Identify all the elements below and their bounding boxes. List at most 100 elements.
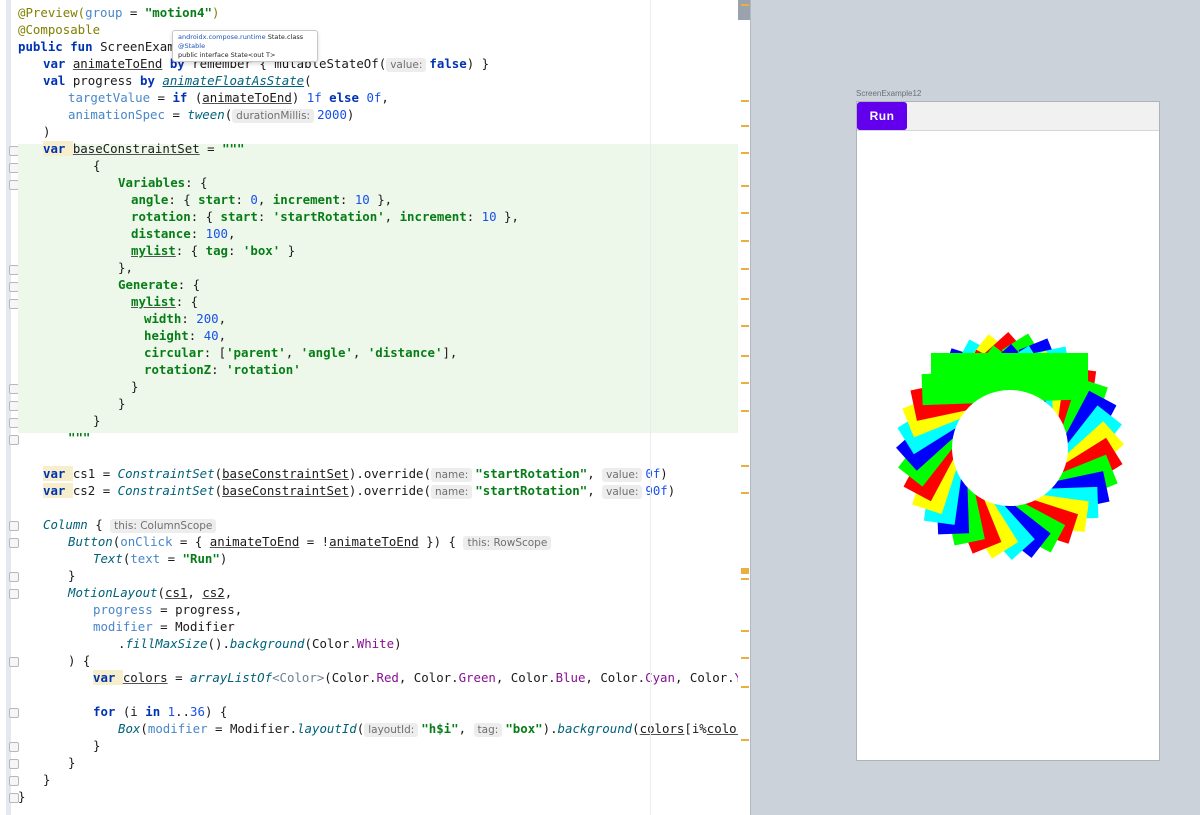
warning-stripe[interactable] — [741, 4, 749, 6]
token: 0f — [645, 466, 661, 481]
warning-stripe[interactable] — [741, 125, 749, 127]
warning-stripe[interactable] — [741, 355, 749, 357]
warning-stripe[interactable] — [741, 268, 749, 270]
code-line[interactable]: rotationZ: 'rotation' — [144, 361, 301, 378]
warning-stripe[interactable] — [741, 568, 749, 574]
code-line[interactable]: Text(text = "Run") — [93, 550, 227, 567]
warning-stripe[interactable] — [741, 240, 749, 242]
code-line[interactable]: } — [43, 771, 50, 788]
fold-icon[interactable] — [9, 657, 19, 667]
code-line[interactable]: } — [131, 378, 138, 395]
code-line[interactable]: modifier = Modifier — [93, 618, 235, 635]
code-line[interactable]: } — [118, 395, 125, 412]
inlay-hint: value: — [602, 485, 643, 499]
token: rotation — [131, 209, 191, 224]
fold-icon[interactable] — [9, 742, 19, 752]
inlay-hint: value: — [386, 58, 427, 72]
token: progress — [93, 602, 153, 617]
warning-stripe[interactable] — [741, 465, 749, 467]
fold-icon[interactable] — [9, 776, 19, 786]
warning-stripe[interactable] — [741, 578, 749, 580]
code-line[interactable]: mylist: { — [131, 293, 198, 310]
code-line[interactable]: width: 200, — [144, 310, 226, 327]
code-line[interactable]: .fillMaxSize().background(Color.White) — [118, 635, 402, 652]
token: Variables — [118, 175, 186, 190]
scroll-marker[interactable] — [738, 0, 750, 20]
fold-icon[interactable] — [9, 759, 19, 769]
code-line[interactable]: ) — [43, 123, 50, 140]
code-line[interactable]: progress = progress, — [93, 601, 242, 618]
token: progress, — [175, 602, 243, 617]
code-line[interactable]: var cs2 = ConstraintSet(baseConstraintSe… — [43, 482, 675, 499]
code-line[interactable]: var baseConstraintSet = """ — [43, 140, 244, 157]
editor-scrollbar[interactable] — [738, 0, 750, 815]
tooltip-annotation[interactable]: @Stable — [178, 42, 312, 51]
code-line[interactable]: { — [93, 157, 100, 174]
code-line[interactable]: mylist: { tag: 'box' } — [131, 242, 295, 259]
token: ( — [632, 721, 640, 736]
code-line[interactable]: Variables: { — [118, 174, 208, 191]
pane-separator[interactable] — [750, 0, 751, 815]
token: 'startRotation' — [272, 209, 385, 224]
fold-icon[interactable] — [9, 521, 19, 531]
code-line[interactable]: targetValue = if (animateToEnd) 1f else … — [68, 89, 389, 106]
token: start — [198, 192, 236, 207]
warning-stripe[interactable] — [741, 212, 749, 214]
code-editor[interactable]: @Preview(group = "motion4") @Composable … — [0, 0, 750, 815]
code-line[interactable]: var cs1 = ConstraintSet(baseConstraintSe… — [43, 465, 668, 482]
fold-icon[interactable] — [9, 435, 19, 445]
code-line[interactable]: var colors = arrayListOf<Color>(Color.Re… — [93, 669, 750, 686]
code-line[interactable]: for (i in 1..36) { — [93, 703, 227, 720]
code-line[interactable]: rotation: { start: 'startRotation', incr… — [131, 208, 519, 225]
token: ) } — [466, 56, 490, 71]
warning-stripe[interactable] — [741, 185, 749, 187]
tooltip-package[interactable]: androidx.compose.runtime — [178, 33, 266, 41]
code-line[interactable]: @Composable — [18, 21, 100, 38]
warning-stripe[interactable] — [741, 657, 749, 659]
code-line[interactable]: Button(onClick = { animateToEnd = !anima… — [68, 533, 554, 550]
code-line[interactable]: Generate: { — [118, 276, 200, 293]
warning-stripe[interactable] — [741, 739, 749, 741]
preview-device-frame[interactable]: Run — [856, 101, 1160, 761]
code-line[interactable]: public fun ScreenExample — [18, 38, 197, 55]
warning-stripe[interactable] — [741, 152, 749, 154]
code-line[interactable]: animationSpec = tween(durationMillis: 200… — [68, 106, 354, 123]
code-line[interactable]: Column { this: ColumnScope — [43, 516, 219, 533]
token: Red — [376, 670, 399, 685]
warning-stripe[interactable] — [741, 382, 749, 384]
fold-icon[interactable] — [9, 589, 19, 599]
warning-stripe[interactable] — [741, 298, 749, 300]
code-line[interactable]: circular: ['parent', 'angle', 'distance'… — [144, 344, 457, 361]
code-line[interactable]: angle: { start: 0, increment: 10 }, — [131, 191, 392, 208]
warning-stripe[interactable] — [741, 100, 749, 102]
code-line[interactable]: Box(modifier = Modifier.layoutId(layoutI… — [118, 720, 750, 737]
code-line[interactable]: val progress by animateFloatAsState( — [43, 72, 312, 89]
warning-stripe[interactable] — [741, 492, 749, 494]
token: : { — [185, 175, 208, 190]
token: group — [85, 5, 123, 20]
code-line[interactable]: } — [93, 412, 100, 429]
code-line[interactable]: """ — [68, 429, 90, 446]
code-line[interactable]: MotionLayout(cs1, cs2, — [68, 584, 232, 601]
code-line[interactable]: }, — [118, 259, 133, 276]
code-line[interactable]: } — [93, 737, 100, 754]
warning-stripe[interactable] — [741, 410, 749, 412]
code-line[interactable]: distance: 100, — [131, 225, 235, 242]
code-line[interactable]: } — [18, 788, 25, 805]
code-line[interactable]: } — [68, 567, 75, 584]
code-line[interactable]: ) { — [68, 652, 90, 669]
code-line[interactable]: } — [68, 754, 75, 771]
fold-icon[interactable] — [9, 708, 19, 718]
token: = — [164, 107, 188, 122]
fold-icon[interactable] — [9, 572, 19, 582]
token: } — [43, 772, 51, 787]
preview-title[interactable]: ScreenExample12 — [856, 89, 921, 98]
fold-icon[interactable] — [9, 538, 19, 548]
warning-stripe[interactable] — [741, 686, 749, 688]
code-line[interactable]: height: 40, — [144, 327, 226, 344]
code-line[interactable]: @Preview(group = "motion4") — [18, 4, 219, 21]
token: animateToEnd — [72, 56, 163, 71]
token: , — [458, 721, 467, 736]
warning-stripe[interactable] — [741, 630, 749, 632]
warning-stripe[interactable] — [741, 325, 749, 327]
